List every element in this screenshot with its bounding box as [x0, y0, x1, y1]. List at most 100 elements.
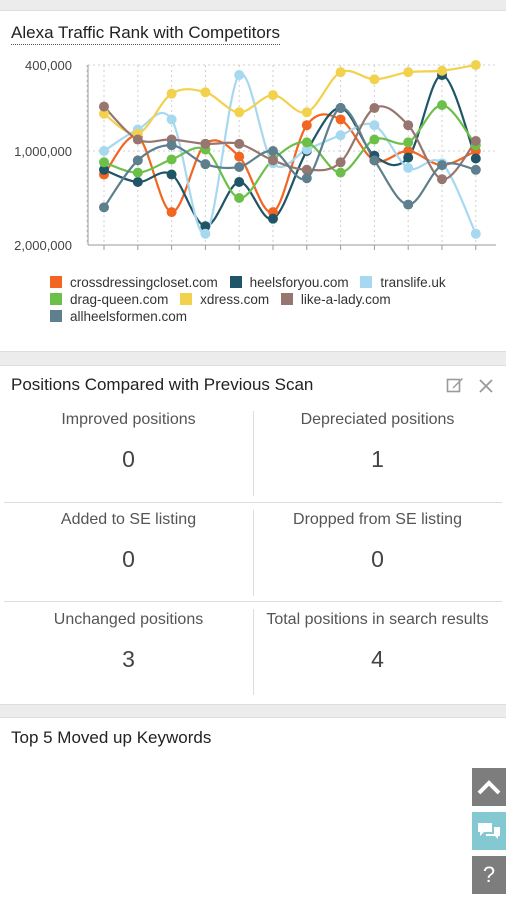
data-point: [200, 159, 211, 170]
legend-item[interactable]: drag-queen.com: [50, 292, 168, 307]
data-point: [166, 140, 177, 151]
stat-value: 4: [371, 646, 384, 672]
legend-item[interactable]: allheelsformen.com: [50, 309, 187, 324]
data-point: [234, 177, 245, 188]
data-point: [437, 160, 447, 171]
data-point: [132, 177, 143, 188]
data-point: [335, 114, 346, 125]
scroll-top-button[interactable]: [472, 768, 506, 806]
legend-swatch: [50, 310, 62, 322]
data-point: [369, 155, 380, 166]
data-point: [234, 107, 245, 118]
data-point: [403, 120, 414, 131]
data-point: [132, 155, 143, 166]
data-point: [335, 167, 346, 178]
legend-item[interactable]: xdress.com: [180, 292, 269, 307]
stat-added: Added to SE listing 0: [4, 502, 253, 598]
chat-button[interactable]: [472, 812, 506, 850]
stat-value: 0: [371, 546, 384, 572]
data-point: [99, 101, 109, 112]
card-actions: [436, 376, 494, 399]
data-point: [268, 155, 278, 166]
chart-title: Alexa Traffic Rank with Competitors: [11, 23, 280, 45]
stat-total: Total positions in search results 4: [253, 602, 502, 698]
data-point: [99, 146, 109, 156]
data-point: [470, 164, 481, 175]
data-point: [234, 161, 245, 172]
legend-swatch: [180, 293, 193, 305]
legend-item[interactable]: translife.uk: [360, 275, 446, 290]
positions-title: Positions Compared with Previous Scan: [11, 375, 314, 394]
data-point: [166, 154, 177, 165]
edit-icon[interactable]: [446, 376, 464, 399]
data-point: [166, 88, 177, 99]
data-point: [437, 100, 447, 111]
data-point: [470, 153, 481, 164]
series-line: [103, 104, 477, 200]
data-point: [470, 60, 481, 70]
chat-icon: [478, 823, 500, 839]
data-point: [470, 228, 481, 239]
legend-swatch: [229, 276, 242, 288]
legend-label: crossdressingcloset.com: [70, 275, 218, 290]
data-point: [268, 146, 278, 156]
data-point: [234, 151, 245, 162]
keywords-card: Top 5 Moved up Keywords: [0, 717, 506, 908]
stat-depreciated: Depreciated positions 1: [253, 402, 502, 498]
stat-dropped: Dropped from SE listing 0: [253, 502, 502, 598]
legend-item[interactable]: crossdressingcloset.com: [50, 275, 218, 290]
data-point: [403, 162, 414, 173]
help-label: ?: [482, 862, 496, 887]
data-point: [234, 70, 245, 81]
data-point: [470, 135, 481, 146]
legend-item[interactable]: heelsforyou.com: [229, 275, 349, 290]
stat-value: 0: [122, 446, 135, 472]
stat-label: Dropped from SE listing: [293, 511, 462, 528]
data-point: [301, 137, 312, 148]
data-point: [369, 74, 380, 85]
legend-label: allheelsformen.com: [70, 309, 188, 324]
legend-label: heelsforyou.com: [249, 275, 349, 290]
data-point: [200, 228, 211, 239]
stat-improved: Improved positions 0: [4, 402, 253, 498]
legend-label: translife.uk: [380, 275, 446, 290]
y-tick-label: 2,000,000: [14, 238, 72, 253]
legend-swatch: [360, 276, 373, 288]
data-point: [200, 87, 211, 98]
keywords-title: Top 5 Moved up Keywords: [11, 728, 212, 747]
stat-label: Improved positions: [61, 411, 196, 428]
data-point: [437, 65, 447, 76]
data-point: [403, 199, 414, 210]
stat-label: Total positions in search results: [266, 611, 489, 628]
legend-swatch: [50, 293, 62, 305]
data-point: [301, 107, 312, 118]
data-point: [437, 174, 447, 185]
data-point: [403, 152, 414, 163]
traffic-chart: 400,000 1,000,000 2,000,000: [14, 58, 496, 253]
stat-unchanged: Unchanged positions 3: [4, 602, 253, 698]
legend-label: like-a-lady.com: [300, 292, 391, 307]
data-point: [403, 137, 414, 148]
chart-legend: crossdressingcloset.com heelsforyou.com …: [50, 275, 490, 326]
help-button[interactable]: ?: [472, 856, 506, 894]
positions-card: Positions Compared with Previous Scan Im…: [0, 365, 506, 705]
data-point: [166, 169, 177, 180]
data-point: [369, 134, 380, 145]
data-point: [301, 173, 312, 184]
legend-item[interactable]: like-a-lady.com: [280, 292, 391, 307]
legend-swatch: [50, 276, 62, 288]
data-point: [335, 157, 346, 168]
data-point: [268, 90, 278, 101]
data-point: [166, 207, 177, 218]
data-point: [132, 134, 143, 145]
close-icon[interactable]: [478, 378, 494, 399]
legend-swatch: [280, 293, 293, 305]
data-point: [335, 103, 346, 113]
stat-label: Depreciated positions: [300, 411, 455, 428]
data-point: [99, 202, 109, 213]
stat-label: Unchanged positions: [53, 611, 204, 628]
data-point: [268, 213, 278, 224]
chevron-up-icon: [477, 780, 501, 795]
y-tick-label: 400,000: [25, 58, 72, 73]
data-point: [335, 130, 346, 141]
